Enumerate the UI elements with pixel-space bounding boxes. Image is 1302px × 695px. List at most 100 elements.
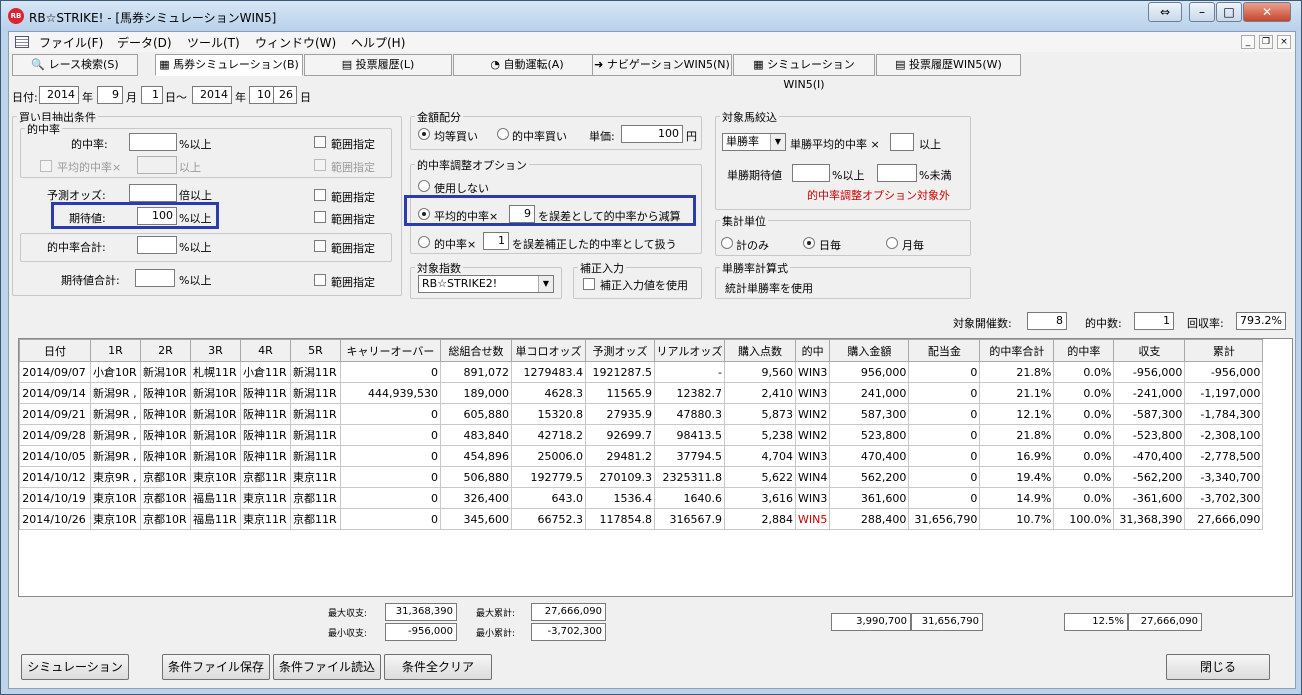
close-window-icon[interactable]: ✕ — [1243, 2, 1291, 22]
hit-rate-buy-radio[interactable] — [497, 128, 509, 140]
column-header[interactable]: 3R — [190, 339, 241, 362]
tab-vote-history[interactable]: ▤ 投票履歴(L) — [304, 54, 452, 76]
expected-total-input[interactable] — [135, 269, 175, 287]
table-cell: WIN3 — [794, 361, 831, 383]
equal-buy-radio[interactable] — [418, 128, 430, 140]
target-horse-select[interactable]: 単勝率 ▼ — [722, 133, 786, 151]
table-row[interactable]: 2014/10/05 新潟9R , 阪神10R 新潟10R 阪神11R 新潟11R 0 454… — [19, 445, 1264, 467]
expected-range-checkbox[interactable] — [314, 211, 326, 223]
arrow-icon: ➜ — [594, 58, 604, 71]
column-header[interactable]: 1R — [90, 339, 141, 362]
menu-file[interactable]: ファイル(F) — [39, 34, 103, 51]
column-header[interactable]: 単コロオッズ — [511, 339, 586, 362]
table-row[interactable]: 2014/10/26 東京10R 京都10R 福島11R 東京11R 京都11R 0 345,… — [19, 508, 1264, 530]
column-header[interactable]: 予測オッズ — [585, 339, 655, 362]
column-header[interactable]: 総組合せ数 — [440, 339, 512, 362]
column-header[interactable]: 的中率合計 — [979, 339, 1055, 362]
column-header[interactable]: 的中 — [794, 339, 831, 362]
avg-hit-rate-input[interactable] — [137, 156, 177, 174]
table-cell: 0 — [908, 361, 981, 383]
target-index-select[interactable]: RB☆STRIKE2! ▼ — [418, 275, 554, 293]
table-cell: 東京10R — [190, 466, 241, 488]
expected-total-range-checkbox[interactable] — [314, 274, 326, 286]
restore-icon[interactable]: ⇔ — [1148, 2, 1182, 22]
from-day-input[interactable]: 1 — [141, 86, 163, 104]
column-header[interactable]: 2R — [140, 339, 191, 362]
table-row[interactable]: 2014/10/19 東京10R 京都10R 福島11R 東京11R 京都11R 0 326,… — [19, 487, 1264, 509]
hit-rate-range-checkbox[interactable] — [314, 136, 326, 148]
results-grid[interactable]: 日付 1R 2R 3R 4R 5R キャリーオーバー 総組合せ数 単コロオッズ 予測オッズ リアルオ… — [18, 338, 1293, 597]
clear-conditions-button[interactable]: 条件全クリア — [384, 654, 492, 680]
tab-race-search[interactable]: 🔍 レース検索(S) — [12, 54, 138, 76]
adjust-none-radio[interactable] — [418, 180, 430, 192]
column-header[interactable]: 4R — [240, 339, 291, 362]
table-row[interactable]: 2014/10/12 東京9R , 京都10R 東京10R 京都11R 東京11R 0 506… — [19, 466, 1264, 488]
column-header[interactable]: 配当金 — [908, 339, 981, 362]
table-cell: -956,000 — [1113, 361, 1186, 383]
column-header[interactable]: 的中率 — [1053, 339, 1115, 362]
table-cell: 11565.9 — [585, 382, 655, 404]
save-conditions-button[interactable]: 条件ファイル保存 — [162, 654, 270, 680]
column-header[interactable]: 収支 — [1113, 339, 1186, 362]
to-day-input[interactable]: 26 — [273, 86, 297, 104]
table-cell: 小倉10R — [90, 361, 141, 383]
menu-data[interactable]: データ(D) — [117, 34, 172, 51]
adjust-hit-input[interactable]: 1 — [483, 232, 509, 250]
table-cell: 0 — [340, 403, 441, 425]
column-header[interactable]: 購入点数 — [724, 339, 796, 362]
tab-simulation-win5[interactable]: ▦ シミュレーションWIN5(I) — [733, 54, 875, 91]
column-header[interactable]: キャリーオーバー — [340, 339, 441, 362]
chevron-down-icon: ▼ — [538, 276, 553, 292]
tab-auto-run[interactable]: ◔ 自動運転(A) — [453, 54, 601, 76]
table-cell: 0.0% — [1053, 445, 1115, 467]
table-row[interactable]: 2014/09/28 新潟9R , 阪神10R 新潟10R 阪神11R 新潟11R 0 483… — [19, 424, 1264, 446]
hit-rate-input[interactable] — [129, 133, 177, 151]
simulation-button[interactable]: シミュレーション — [21, 654, 129, 680]
hit-total-range-checkbox[interactable] — [314, 240, 326, 252]
tab-navigation-win5[interactable]: ➜ ナビゲーションWIN5(N) — [592, 54, 732, 76]
tab-ticket-simulation[interactable]: ▦ 馬券シミュレーション(B) — [155, 54, 303, 76]
table-row[interactable]: 2014/09/21 新潟9R , 阪神10R 新潟10R 阪神11R 新潟11R 0 605… — [19, 403, 1264, 425]
column-header[interactable]: 5R — [290, 339, 341, 362]
avg-hit-rate-checkbox[interactable] — [40, 160, 52, 172]
avg-win-rate-input[interactable] — [890, 133, 914, 151]
load-conditions-button[interactable]: 条件ファイル読込 — [273, 654, 381, 680]
win-expected-min-input[interactable] — [792, 164, 830, 182]
table-row[interactable]: 2014/09/14 新潟9R , 阪神10R 新潟10R 阪神11R 新潟11R 444,… — [19, 382, 1264, 404]
pred-odds-input[interactable] — [129, 184, 177, 202]
win-expected-max-input[interactable] — [877, 164, 917, 182]
mdi-minimize-icon[interactable]: _ — [1241, 35, 1255, 49]
mdi-restore-icon[interactable]: ❐ — [1259, 35, 1273, 49]
table-cell: 361,600 — [829, 487, 910, 509]
table-cell: WIN5 — [794, 508, 831, 530]
agg-monthly-radio[interactable] — [886, 237, 898, 249]
adjust-hit-radio[interactable] — [418, 236, 430, 248]
unit-price-input[interactable]: 100 — [621, 125, 683, 143]
column-header[interactable]: リアルオッズ — [654, 339, 725, 362]
agg-daily-radio[interactable] — [803, 237, 815, 249]
menu-help[interactable]: ヘルプ(H) — [351, 34, 405, 51]
column-header[interactable]: 累計 — [1184, 339, 1264, 362]
table-cell: 新潟9R , — [90, 424, 141, 446]
from-month-input[interactable]: 9 — [97, 86, 123, 104]
avg-hit-rate-range-checkbox[interactable] — [314, 159, 326, 171]
table-row[interactable]: 2014/09/07 小倉10R 新潟10R 札幌11R 小倉11R 新潟11R 0 891,… — [19, 361, 1264, 383]
total-cumulative: 27,666,090 — [1128, 613, 1202, 631]
close-button[interactable]: 閉じる — [1166, 654, 1270, 680]
table-cell: 小倉11R — [240, 361, 291, 383]
menu-window[interactable]: ウィンドウ(W) — [255, 34, 336, 51]
pred-odds-range-checkbox[interactable] — [314, 189, 326, 201]
menu-tools[interactable]: ツール(T) — [187, 34, 240, 51]
mdi-close-icon[interactable]: × — [1277, 35, 1291, 49]
column-header[interactable]: 購入金額 — [829, 339, 910, 362]
minimize-icon[interactable]: – — [1189, 2, 1215, 22]
agg-total-radio[interactable] — [721, 237, 733, 249]
tab-vote-history-win5[interactable]: ▤ 投票履歴WIN5(W) — [876, 54, 1021, 76]
column-header[interactable]: 日付 — [19, 339, 91, 362]
from-year-input[interactable]: 2014 — [39, 86, 79, 104]
to-month-input[interactable]: 10 — [249, 86, 275, 104]
hit-total-input[interactable] — [137, 236, 177, 254]
correction-checkbox[interactable] — [583, 278, 595, 290]
to-year-input[interactable]: 2014 — [192, 86, 232, 104]
maximize-icon[interactable]: □ — [1216, 2, 1242, 22]
